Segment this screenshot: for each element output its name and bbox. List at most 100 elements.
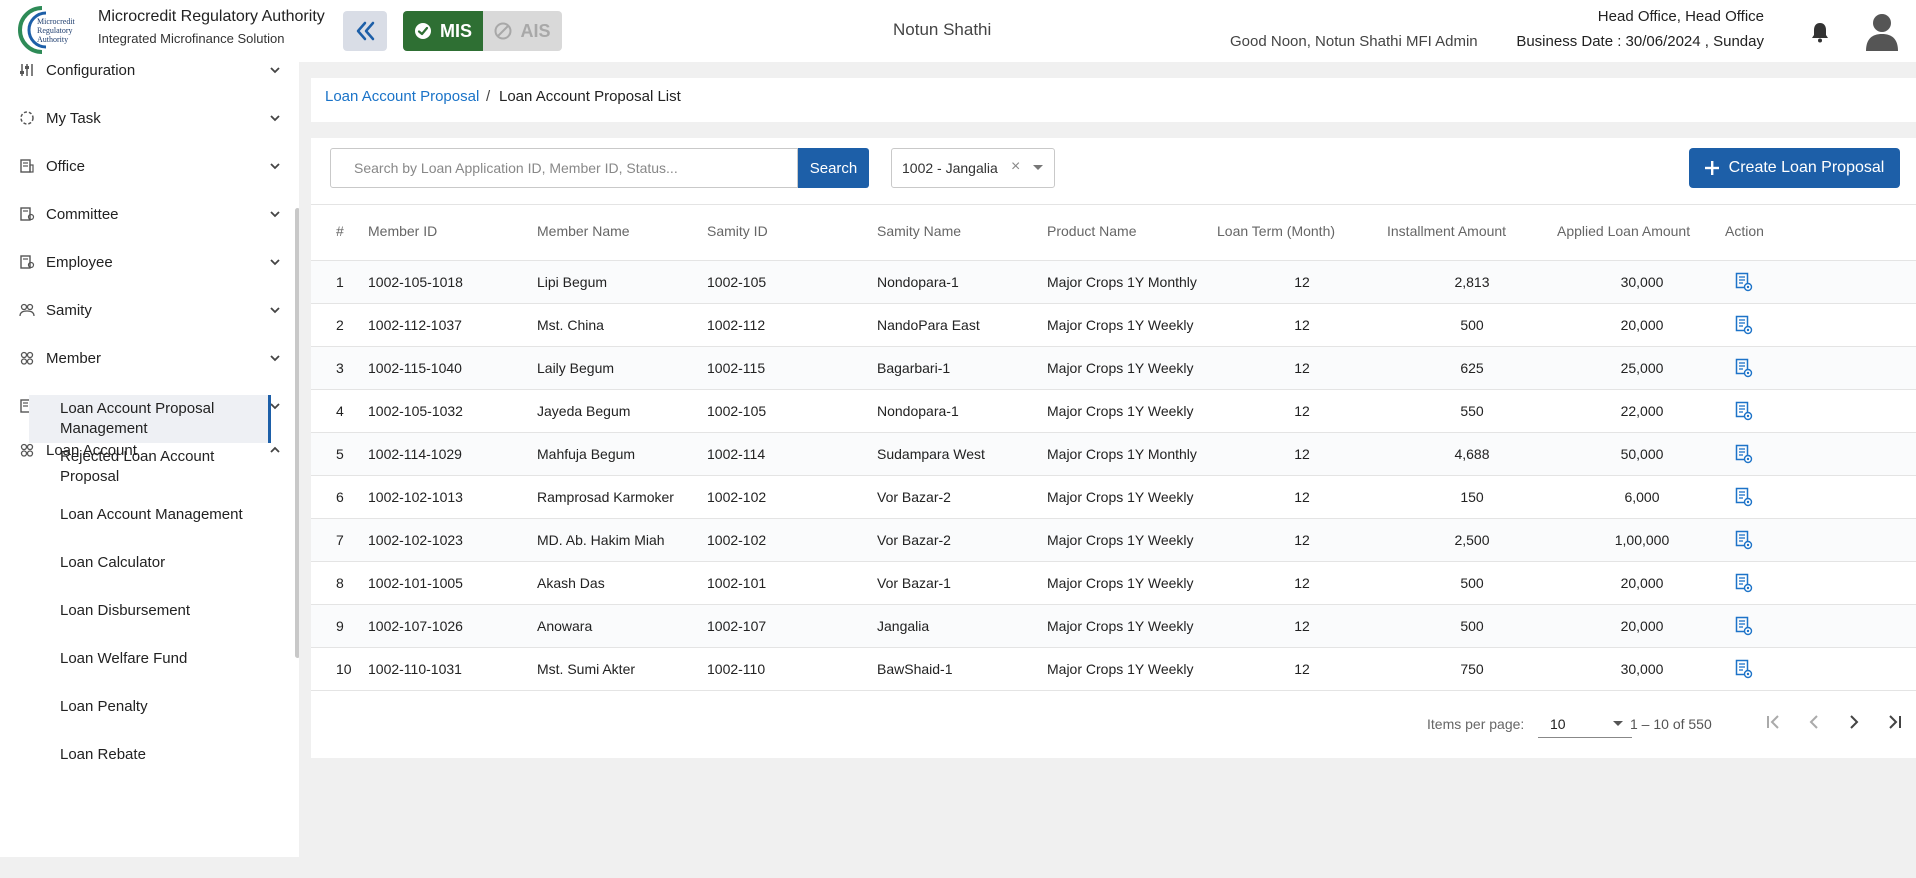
sidebar-subitem-label: Loan Account Management xyxy=(60,506,243,523)
column-header[interactable]: Action xyxy=(1725,223,1764,239)
view-proposal-icon[interactable] xyxy=(1735,358,1753,378)
view-proposal-icon[interactable] xyxy=(1735,401,1753,421)
table-cell: Major Crops 1Y Weekly xyxy=(1047,661,1194,677)
previous-page-icon[interactable] xyxy=(1802,710,1826,734)
dropdown-arrow-icon xyxy=(1033,165,1043,170)
sidebar-subitem-loan-penalty[interactable]: Loan Penalty xyxy=(29,687,271,727)
breadcrumb: Loan Account Proposal / Loan Account Pro… xyxy=(311,78,1916,122)
sidebar-item-configuration[interactable]: Configuration xyxy=(0,62,290,90)
first-page-icon[interactable] xyxy=(1762,710,1786,734)
sidebar-item-member[interactable]: Member xyxy=(0,338,290,378)
column-header[interactable]: # xyxy=(336,223,344,239)
table-cell: NandoPara East xyxy=(877,317,980,333)
mis-label: MIS xyxy=(439,20,472,41)
next-page-icon[interactable] xyxy=(1842,710,1866,734)
table-cell: 5 xyxy=(336,446,344,462)
view-proposal-icon[interactable] xyxy=(1735,444,1753,464)
table-cell: Major Crops 1Y Monthly xyxy=(1047,446,1197,462)
mfi-name: Notun Shathi xyxy=(893,20,992,39)
table-cell: Major Crops 1Y Weekly xyxy=(1047,618,1194,634)
sidebar-subitem-loan-disbursement[interactable]: Loan Disbursement xyxy=(29,591,271,631)
sidebar-subitem-loan-calculator[interactable]: Loan Calculator xyxy=(29,543,271,583)
column-header[interactable]: Samity Name xyxy=(877,223,961,239)
svg-text:Microcredit: Microcredit xyxy=(37,17,76,26)
table-cell: 8 xyxy=(336,575,344,591)
sidebar-subitem-label: Loan Disbursement xyxy=(60,602,191,619)
column-header[interactable]: Product Name xyxy=(1047,223,1136,239)
sidebar-item-my-task[interactable]: My Task xyxy=(0,98,290,138)
last-page-icon[interactable] xyxy=(1882,710,1906,734)
employee-icon xyxy=(19,254,35,270)
branch-select[interactable]: 1002 - Jangalia × xyxy=(891,148,1055,188)
samity-icon xyxy=(19,302,35,318)
bell-icon[interactable] xyxy=(1808,20,1832,44)
view-proposal-icon[interactable] xyxy=(1735,616,1753,636)
sidebar-subitem-loan-account-proposal-management[interactable]: Loan Account Proposal Management xyxy=(29,395,271,443)
table-cell: 12 xyxy=(1294,489,1310,505)
mra-logo: Microcredit Regulatory Authority xyxy=(16,4,90,56)
sidebar-subitem-loan-account-management[interactable]: Loan Account Management xyxy=(29,491,271,539)
sidebar-item-employee[interactable]: Employee xyxy=(0,242,290,282)
table-cell: 1002-107 xyxy=(707,618,767,634)
org-subtitle: Integrated Microfinance Solution xyxy=(98,31,285,46)
column-header[interactable]: Applied Loan Amount xyxy=(1557,223,1690,239)
table-cell: 1002-110 xyxy=(707,661,766,677)
table-row: 1 1002-105-1018 Lipi Begum 1002-105 Nondopar… xyxy=(311,261,1916,304)
sidebar-item-label: Employee xyxy=(46,253,113,271)
svg-text:Regulatory: Regulatory xyxy=(37,26,73,35)
view-proposal-icon[interactable] xyxy=(1735,272,1753,292)
clear-icon[interactable]: × xyxy=(1011,158,1020,176)
table-cell: 625 xyxy=(1460,360,1484,376)
view-proposal-icon[interactable] xyxy=(1735,573,1753,593)
table-cell: 500 xyxy=(1460,618,1484,634)
sidebar-collapse-button[interactable] xyxy=(343,11,387,51)
sidebar-subitem-loan-rebate[interactable]: Loan Rebate xyxy=(29,735,271,775)
table-cell: Mst. China xyxy=(537,317,604,333)
table-cell: 750 xyxy=(1460,661,1484,677)
table-cell: 1002-105 xyxy=(707,274,767,290)
sidebar-item-label: Configuration xyxy=(46,62,136,79)
column-header[interactable]: Member ID xyxy=(368,223,437,239)
table-cell: 6,000 xyxy=(1624,489,1660,505)
column-header[interactable]: Loan Term (Month) xyxy=(1217,223,1335,239)
table-cell: 1002-112-1037 xyxy=(368,317,462,333)
sidebar-subitem-rejected-loan-account-proposal[interactable]: Rejected Loan Account Proposal xyxy=(29,443,271,491)
view-proposal-icon[interactable] xyxy=(1735,315,1753,335)
table-cell: Major Crops 1Y Weekly xyxy=(1047,575,1194,591)
table-cell: Nondopara-1 xyxy=(877,274,959,290)
column-header[interactable]: Installment Amount xyxy=(1387,223,1506,239)
sidebar-item-samity[interactable]: Samity xyxy=(0,290,290,330)
table-cell: Major Crops 1Y Weekly xyxy=(1047,489,1194,505)
breadcrumb-link[interactable]: Loan Account Proposal xyxy=(325,88,479,105)
view-proposal-icon[interactable] xyxy=(1735,659,1753,679)
table-row: 2 1002-112-1037 Mst. China 1002-112 NandoPar… xyxy=(311,304,1916,347)
create-loan-proposal-button[interactable]: Create Loan Proposal xyxy=(1689,148,1900,188)
table-cell: Vor Bazar-2 xyxy=(877,532,951,548)
table-cell: 12 xyxy=(1294,360,1310,376)
sidebar-item-office[interactable]: Office xyxy=(0,146,290,186)
search-input[interactable] xyxy=(330,148,798,188)
table-cell: Jangalia xyxy=(877,618,930,634)
page-size-select[interactable]: 10 xyxy=(1538,708,1632,738)
user-avatar-icon[interactable] xyxy=(1864,11,1900,51)
sidebar-item-committee[interactable]: Committee xyxy=(0,194,290,234)
search-button[interactable]: Search xyxy=(798,148,869,188)
view-proposal-icon[interactable] xyxy=(1735,487,1753,507)
ais-toggle-button[interactable]: AIS xyxy=(483,11,562,51)
table-cell: Vor Bazar-2 xyxy=(877,489,951,505)
mis-toggle-button[interactable]: MIS xyxy=(403,11,483,51)
column-header[interactable]: Member Name xyxy=(537,223,630,239)
branch-select-value: 1002 - Jangalia xyxy=(902,160,998,176)
table-cell: 50,000 xyxy=(1620,446,1664,462)
table-cell: 9 xyxy=(336,618,344,634)
app-header: Microcredit Regulatory Authority Microcr… xyxy=(0,0,1916,62)
table-cell: 20,000 xyxy=(1620,317,1664,333)
sidebar-scrollbar[interactable] xyxy=(295,208,299,658)
table-cell: 1002-114 xyxy=(707,446,766,462)
double-chevron-left-icon xyxy=(356,21,375,41)
sidebar-subitem-label: Loan Welfare Fund xyxy=(60,650,188,667)
table-cell: 500 xyxy=(1460,317,1484,333)
sidebar-subitem-loan-welfare-fund[interactable]: Loan Welfare Fund xyxy=(29,639,271,679)
column-header[interactable]: Samity ID xyxy=(707,223,768,239)
view-proposal-icon[interactable] xyxy=(1735,530,1753,550)
